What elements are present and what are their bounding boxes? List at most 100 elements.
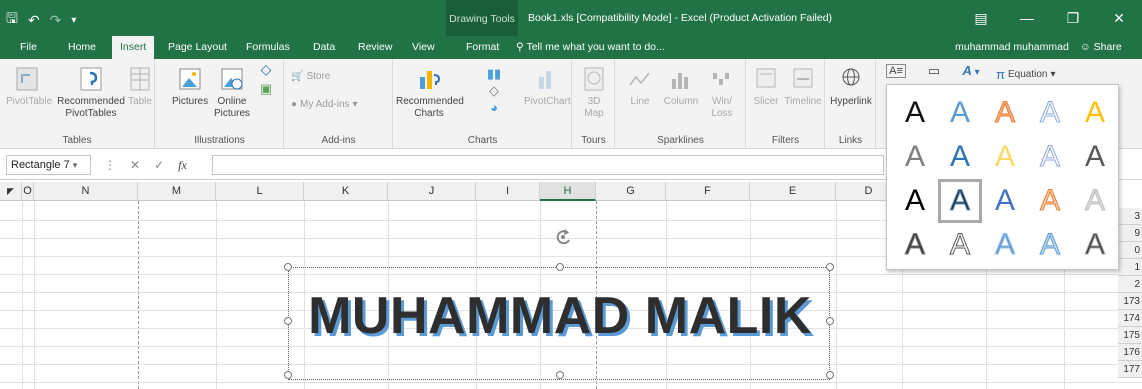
wordart-style-option[interactable]: A [983, 223, 1027, 267]
wordart-style-option[interactable]: A [893, 91, 937, 135]
col-header-n[interactable]: N [34, 182, 138, 201]
undo-icon[interactable]: ↶ [28, 12, 40, 29]
wordart-style-option[interactable]: A [1028, 91, 1072, 135]
chart-type-buttons[interactable]: ▮▮ ◇ ◕ [468, 65, 520, 116]
tab-review[interactable]: Review [350, 36, 400, 59]
wordart-style-option[interactable]: A [1073, 135, 1117, 179]
wordart-style-option[interactable]: A [938, 179, 982, 223]
wordart-style-option[interactable]: A [893, 223, 937, 267]
user-name[interactable]: muhammad muhammad [955, 36, 1069, 59]
col-header-i[interactable]: I [476, 182, 540, 201]
ribbon-display-options-icon[interactable]: ▤ [958, 0, 1004, 36]
tab-insert[interactable]: Insert [112, 36, 155, 59]
cancel-icon[interactable]: ✕ [130, 155, 140, 175]
col-header-l[interactable]: L [216, 182, 304, 201]
save-icon[interactable]: 🖫 [6, 8, 18, 32]
row-header[interactable]: 173 [1118, 293, 1142, 310]
slicer-button[interactable]: Slicer [749, 65, 783, 108]
wordart-style-option[interactable]: A [1073, 179, 1117, 223]
row-header[interactable]: 175 [1118, 327, 1142, 344]
col-header-h[interactable]: H [540, 182, 596, 201]
store-button[interactable]: 🛒 Store [291, 71, 330, 82]
equation-button[interactable]: π Equation ▾ [996, 67, 1056, 82]
row-header[interactable]: 0 [1118, 242, 1142, 259]
wordart-text[interactable]: MUHAMMAD MALIK [289, 286, 831, 346]
resize-handle[interactable] [284, 371, 292, 379]
rotate-handle-icon[interactable] [553, 226, 573, 248]
share-button[interactable]: ☺ Share [1080, 36, 1122, 59]
my-addins-button[interactable]: ● My Add-ins ▾ [291, 99, 358, 110]
name-box[interactable]: Rectangle 7 ▾ [6, 155, 91, 175]
3d-map-button[interactable]: 3D Map [577, 65, 611, 120]
table-button[interactable]: Table [126, 65, 154, 108]
wordart-style-option[interactable]: A [983, 179, 1027, 223]
customize-qat-icon[interactable]: ▾ [71, 15, 76, 26]
wordart-style-option[interactable]: A [1073, 91, 1117, 135]
smartart-button[interactable]: ▣ [254, 82, 278, 97]
wordart-style-option[interactable]: A [938, 135, 982, 179]
sparkline-column-button[interactable]: Column [660, 65, 702, 108]
wordart-style-option[interactable]: A [983, 135, 1027, 179]
col-header-m[interactable]: M [138, 182, 216, 201]
timeline-button[interactable]: Timeline [783, 65, 823, 108]
resize-handle[interactable] [556, 263, 564, 271]
wordart-style-option[interactable]: A [938, 91, 982, 135]
tab-view[interactable]: View [404, 36, 443, 59]
close-icon[interactable]: ✕ [1096, 0, 1142, 36]
hyperlink-button[interactable]: Hyperlink [828, 65, 874, 108]
row-header[interactable]: 9 [1118, 225, 1142, 242]
enter-icon[interactable]: ✓ [154, 155, 164, 175]
wordart-style-option[interactable]: A [1028, 135, 1072, 179]
sparkline-winloss-button[interactable]: Win/ Loss [704, 65, 740, 120]
row-header[interactable]: 174 [1118, 310, 1142, 327]
tab-file[interactable]: File [12, 36, 45, 59]
col-header-j[interactable]: J [388, 182, 476, 201]
col-header-f[interactable]: F [666, 182, 750, 201]
minimize-icon[interactable]: — [1004, 0, 1050, 36]
wordart-style-option[interactable]: A [893, 179, 937, 223]
wordart-style-option[interactable]: A [1073, 223, 1117, 267]
row-header[interactable]: 1 [1118, 259, 1142, 276]
row-header[interactable]: 177 [1118, 361, 1142, 378]
restore-icon[interactable]: ❐ [1050, 0, 1096, 36]
row-header[interactable]: 2 [1118, 276, 1142, 293]
wordart-style-option[interactable]: A [1028, 223, 1072, 267]
tab-format[interactable]: Format [458, 36, 507, 59]
col-header-k[interactable]: K [304, 182, 388, 201]
wordart-style-option[interactable]: A [938, 223, 982, 267]
col-header-o[interactable]: O [22, 182, 34, 201]
col-header-e[interactable]: E [750, 182, 836, 201]
tab-home[interactable]: Home [60, 36, 104, 59]
sparkline-line-button[interactable]: Line [622, 65, 658, 108]
pivotchart-button[interactable]: PivotChart [524, 65, 571, 108]
recommended-pivottables-button[interactable]: Recommended PivotTables [56, 65, 126, 120]
tab-formulas[interactable]: Formulas [238, 36, 298, 59]
resize-handle[interactable] [556, 371, 564, 379]
text-box-button[interactable]: A≡ [884, 64, 908, 78]
wordart-button[interactable]: A ▾ [956, 64, 986, 79]
wordart-style-option[interactable]: A [983, 91, 1027, 135]
insert-function-icon[interactable]: fx [178, 155, 187, 175]
redo-icon[interactable]: ↷ [50, 12, 62, 29]
formula-input[interactable] [212, 155, 884, 175]
tab-data[interactable]: Data [305, 36, 343, 59]
tell-me-box[interactable]: ⚲ Tell me what you want to do... [516, 36, 665, 59]
resize-handle[interactable] [826, 371, 834, 379]
row-header[interactable]: 3 [1118, 208, 1142, 225]
wordart-style-option[interactable]: A [893, 135, 937, 179]
wordart-shape[interactable]: MUHAMMAD MALIK [284, 263, 834, 380]
shapes-button[interactable]: ◇ [254, 62, 278, 78]
recommended-charts-button[interactable]: Recommended Charts [396, 65, 464, 120]
pictures-button[interactable]: Pictures [172, 65, 208, 108]
col-header-g[interactable]: G [596, 182, 666, 201]
pivottable-button[interactable]: PivotTable [6, 65, 52, 108]
wordart-style-option[interactable]: A [1028, 179, 1072, 223]
row-header[interactable]: 176 [1118, 344, 1142, 361]
resize-handle[interactable] [826, 263, 834, 271]
select-all-corner[interactable]: ◤ [0, 182, 22, 201]
online-pictures-button[interactable]: Online Pictures [212, 65, 252, 120]
more-options-icon[interactable]: ⋮ [104, 155, 116, 175]
header-footer-button[interactable]: ▭ [922, 64, 946, 79]
tab-page-layout[interactable]: Page Layout [160, 36, 235, 59]
resize-handle[interactable] [284, 263, 292, 271]
